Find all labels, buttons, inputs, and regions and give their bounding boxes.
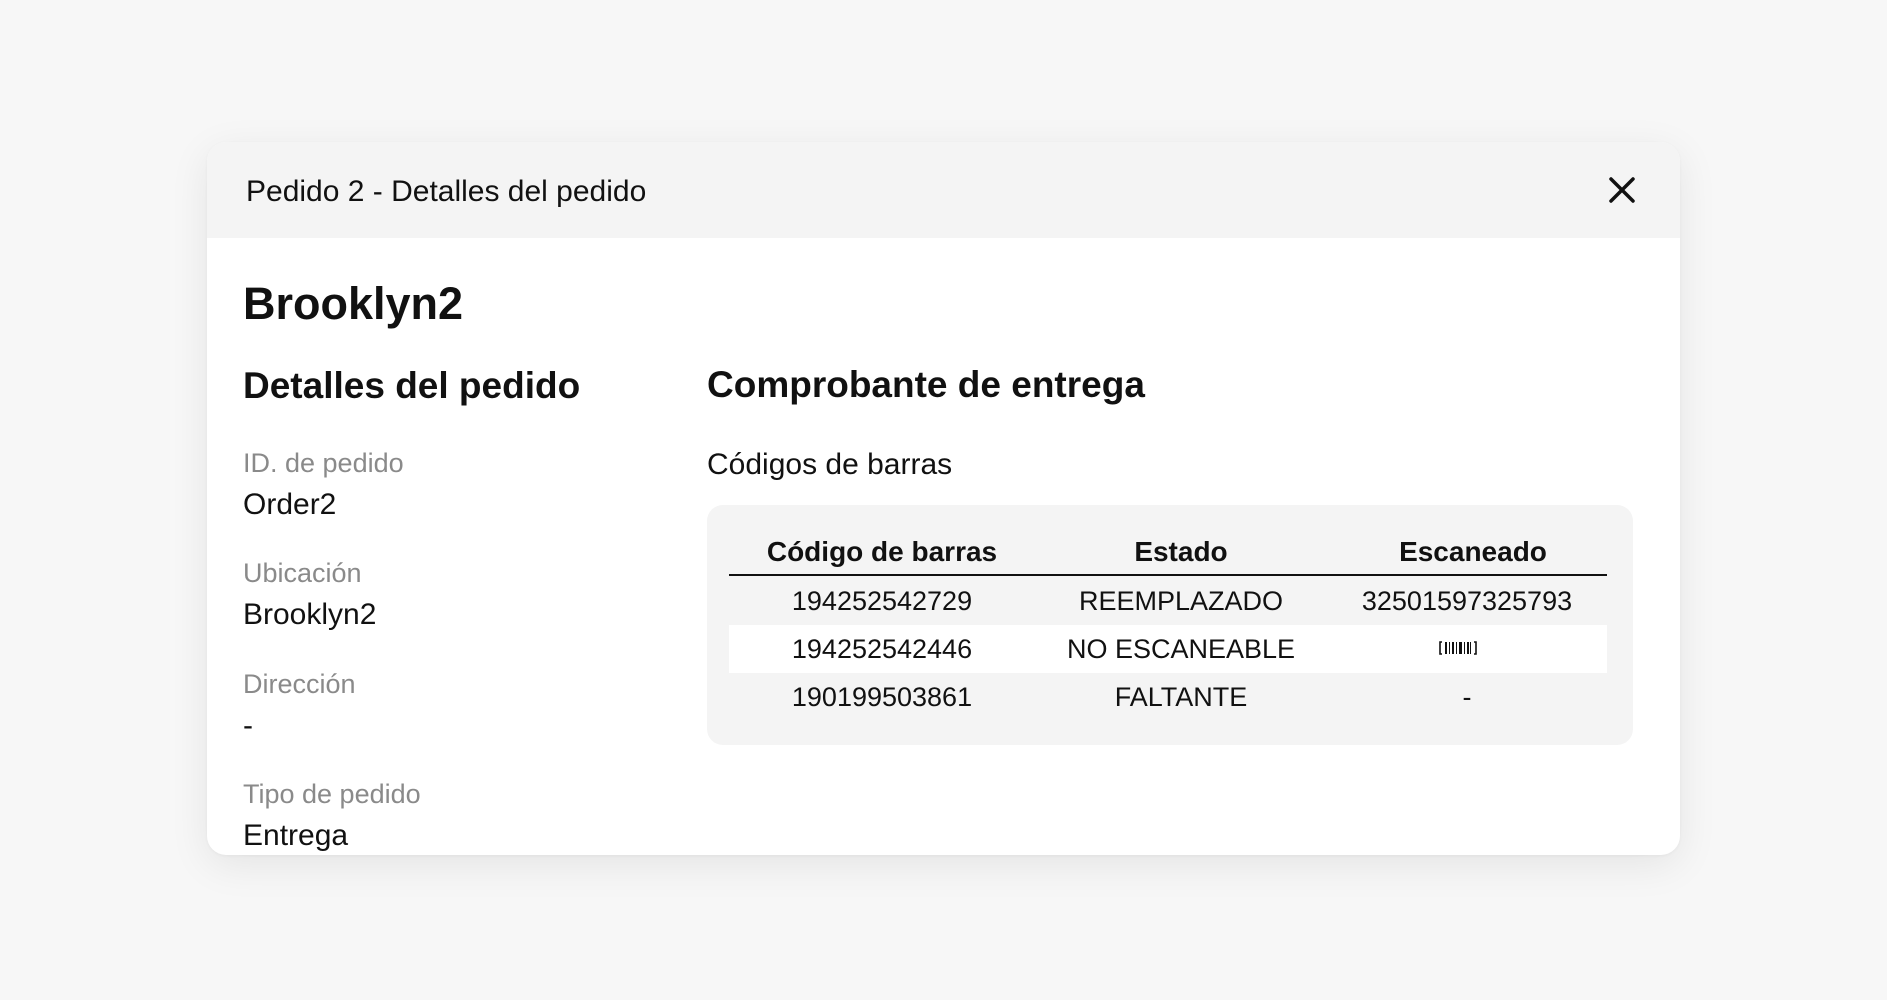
scanned-cell: - xyxy=(1462,682,1472,712)
scanned-cell: 32501597325793 xyxy=(1361,586,1573,616)
status-cell: NO ESCANEABLE xyxy=(1066,634,1296,664)
close-button[interactable] xyxy=(1602,170,1642,210)
modal-header: Pedido 2 - Detalles del pedido xyxy=(207,142,1680,238)
store-name: Brooklyn2 xyxy=(243,278,464,329)
order-details-modal: Pedido 2 - Detalles del pedido Brooklyn2… xyxy=(207,142,1680,855)
order-id-label: ID. de pedido xyxy=(243,448,404,478)
column-header-status: Estado xyxy=(1134,536,1228,567)
table-row: 194252542446 NO ESCANEABLE xyxy=(729,625,1607,673)
order-type-value: Entrega xyxy=(243,819,349,852)
barcode-cell: 194252542446 xyxy=(791,634,973,664)
table-row: 190199503861 FALTANTE - xyxy=(729,673,1607,721)
modal-title: Pedido 2 - Detalles del pedido xyxy=(246,175,647,208)
status-cell: FALTANTE xyxy=(1114,682,1248,712)
table-row: 194252542729 REEMPLAZADO 32501597325793 xyxy=(729,577,1607,625)
status-cell: REEMPLAZADO xyxy=(1078,586,1284,616)
barcode-cell: 190199503861 xyxy=(791,682,973,712)
barcodes-label: Códigos de barras xyxy=(707,448,953,481)
barcode-cell: 194252542729 xyxy=(791,586,973,616)
location-value: Brooklyn2 xyxy=(243,598,377,631)
barcode-icon xyxy=(1439,641,1477,655)
address-value: - xyxy=(243,709,253,742)
column-header-barcode: Código de barras xyxy=(766,536,998,567)
close-icon xyxy=(1609,177,1635,203)
location-label: Ubicación xyxy=(243,558,362,588)
order-type-label: Tipo de pedido xyxy=(243,779,421,809)
address-label: Dirección xyxy=(243,669,356,699)
barcodes-table: Código de barras Estado Escaneado 194252… xyxy=(707,505,1633,745)
order-details-heading: Detalles del pedido xyxy=(243,365,581,406)
order-id-value: Order2 xyxy=(243,488,337,521)
column-header-scanned: Escaneado xyxy=(1399,536,1547,567)
header-divider xyxy=(729,574,1607,576)
proof-of-delivery-heading: Comprobante de entrega xyxy=(707,364,1145,405)
